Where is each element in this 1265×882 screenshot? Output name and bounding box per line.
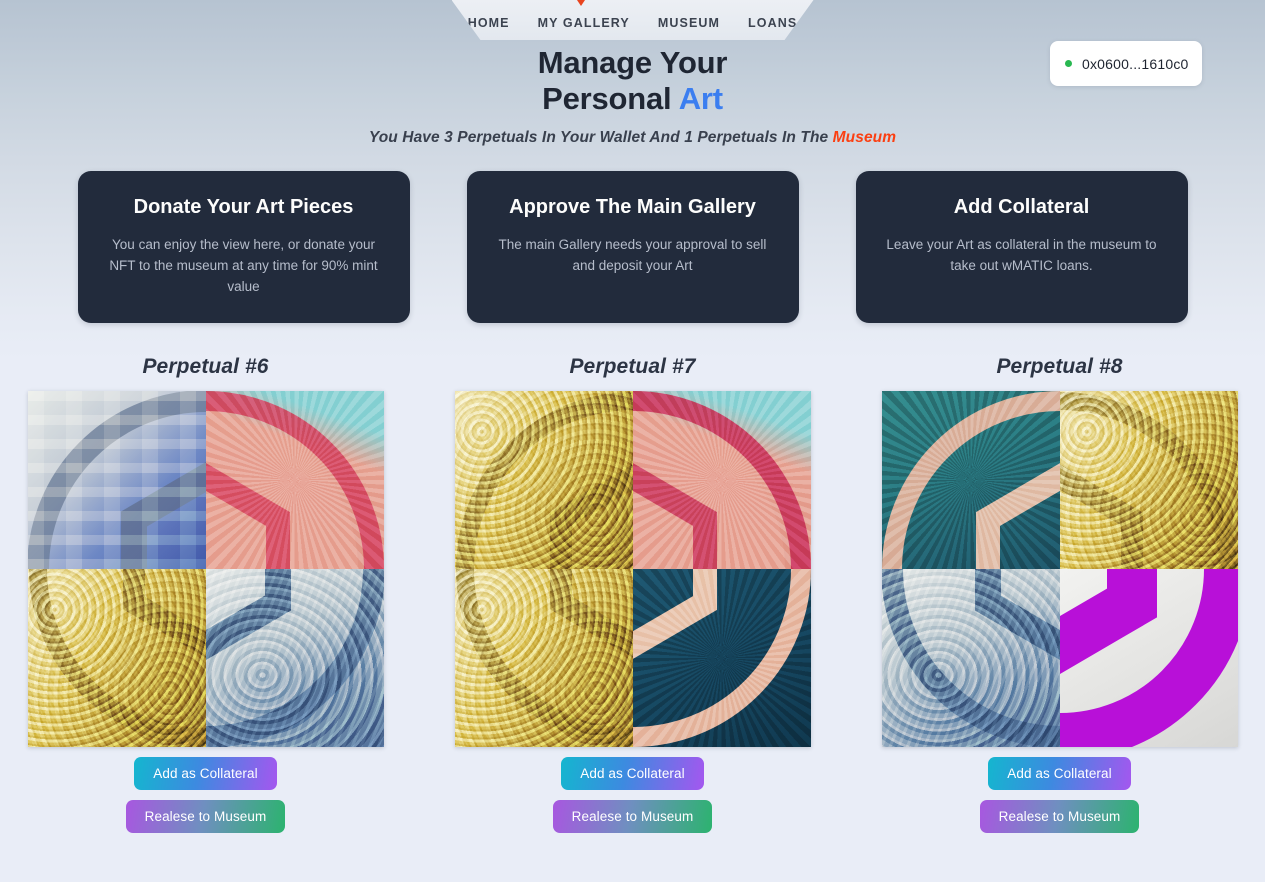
info-card-approve-gallery: Approve The Main Gallery The main Galler… <box>466 171 799 323</box>
artwork-quadrant-top-right <box>205 391 384 569</box>
nft-title: Perpetual #8 <box>996 355 1123 378</box>
page-title-line1: Manage Your <box>537 45 728 80</box>
artwork-quadrant-bottom-left <box>27 569 206 747</box>
page-title-accent: Art <box>678 81 723 117</box>
nft-title: Perpetual #7 <box>569 355 696 378</box>
emblem-circle-hexagon-icon <box>205 391 384 569</box>
artwork-quadrant-top-right <box>632 391 811 569</box>
artwork-quadrant-top-left <box>454 391 633 569</box>
info-cards-row: Donate Your Art Pieces You can enjoy the… <box>0 171 1265 323</box>
emblem-circle-hexagon-icon <box>881 569 1060 747</box>
release-to-museum-button[interactable]: Realese to Museum <box>125 800 286 833</box>
emblem-circle-hexagon-icon <box>1059 392 1237 569</box>
info-card-title: Add Collateral <box>953 196 1090 218</box>
wallet-address-badge[interactable]: 0x0600...1610c0 <box>1050 41 1202 86</box>
artwork-quadrant-top-right <box>1059 391 1238 569</box>
info-card-donate: Donate Your Art Pieces You can enjoy the… <box>77 171 410 323</box>
artwork-quadrant-bottom-left <box>881 569 1060 747</box>
nft-artwork-image[interactable] <box>27 391 384 747</box>
nft-artwork-image[interactable] <box>881 391 1238 747</box>
add-as-collateral-button[interactable]: Add as Collateral <box>134 757 277 790</box>
emblem-circle-hexagon-icon <box>1059 569 1238 747</box>
active-page-pointer-icon <box>574 0 587 6</box>
artwork-quadrant-bottom-right <box>632 569 811 747</box>
add-as-collateral-button[interactable]: Add as Collateral <box>561 757 704 790</box>
nav-bar: HOME MY GALLERY MUSEUM LOANS <box>451 0 814 40</box>
release-to-museum-button[interactable]: Realese to Museum <box>552 800 713 833</box>
emblem-circle-hexagon-icon <box>205 569 384 747</box>
nft-title: Perpetual #6 <box>142 355 269 378</box>
add-as-collateral-button[interactable]: Add as Collateral <box>988 757 1131 790</box>
nft-card: Perpetual #6 Add as Collateral Realese t… <box>27 355 384 833</box>
top-navigation: HOME MY GALLERY MUSEUM LOANS <box>0 0 1265 40</box>
release-to-museum-button[interactable]: Realese to Museum <box>979 800 1140 833</box>
wallet-address-text: 0x0600...1610c0 <box>1082 55 1189 72</box>
nav-item-museum[interactable]: MUSEUM <box>658 16 720 30</box>
artwork-quadrant-top-left <box>27 391 206 569</box>
page-subtitle-museum-link[interactable]: Museum <box>833 129 896 146</box>
nft-card: Perpetual #8 Add as Collateral Realese t… <box>881 355 1238 833</box>
emblem-circle-hexagon-icon <box>632 391 811 569</box>
emblem-circle-hexagon-icon <box>27 391 206 569</box>
info-card-title: Donate Your Art Pieces <box>133 196 354 218</box>
page-title-line2: Personal <box>542 81 679 117</box>
info-card-text: Leave your Art as collateral in the muse… <box>886 237 1157 273</box>
nav-item-loans[interactable]: LOANS <box>748 16 797 30</box>
emblem-circle-hexagon-icon <box>28 569 206 746</box>
emblem-circle-hexagon-icon <box>455 569 633 746</box>
artwork-quadrant-top-left <box>881 391 1060 569</box>
info-card-title: Approve The Main Gallery <box>509 196 756 218</box>
emblem-circle-hexagon-icon <box>455 392 633 569</box>
connection-status-dot-icon <box>1065 60 1072 67</box>
nav-item-my-gallery[interactable]: MY GALLERY <box>538 16 630 30</box>
nav-item-home[interactable]: HOME <box>468 16 510 30</box>
artwork-quadrant-bottom-right <box>1059 569 1238 747</box>
nft-gallery-grid: Perpetual #6 Add as Collateral Realese t… <box>0 355 1265 833</box>
info-card-text: The main Gallery needs your approval to … <box>498 237 767 273</box>
nft-artwork-image[interactable] <box>454 391 811 747</box>
artwork-quadrant-bottom-right <box>205 569 384 747</box>
nft-card: Perpetual #7 Add as Collateral Realese t… <box>454 355 811 833</box>
emblem-circle-hexagon-icon <box>881 391 1060 569</box>
page-subtitle: You Have 3 Perpetuals In Your Wallet And… <box>0 129 1265 147</box>
emblem-circle-hexagon-icon <box>632 569 811 747</box>
page-subtitle-text: You Have 3 Perpetuals In Your Wallet And… <box>368 128 833 146</box>
info-card-text: You can enjoy the view here, or donate y… <box>109 237 378 294</box>
info-card-add-collateral: Add Collateral Leave your Art as collate… <box>855 171 1188 323</box>
artwork-quadrant-bottom-left <box>454 569 633 747</box>
